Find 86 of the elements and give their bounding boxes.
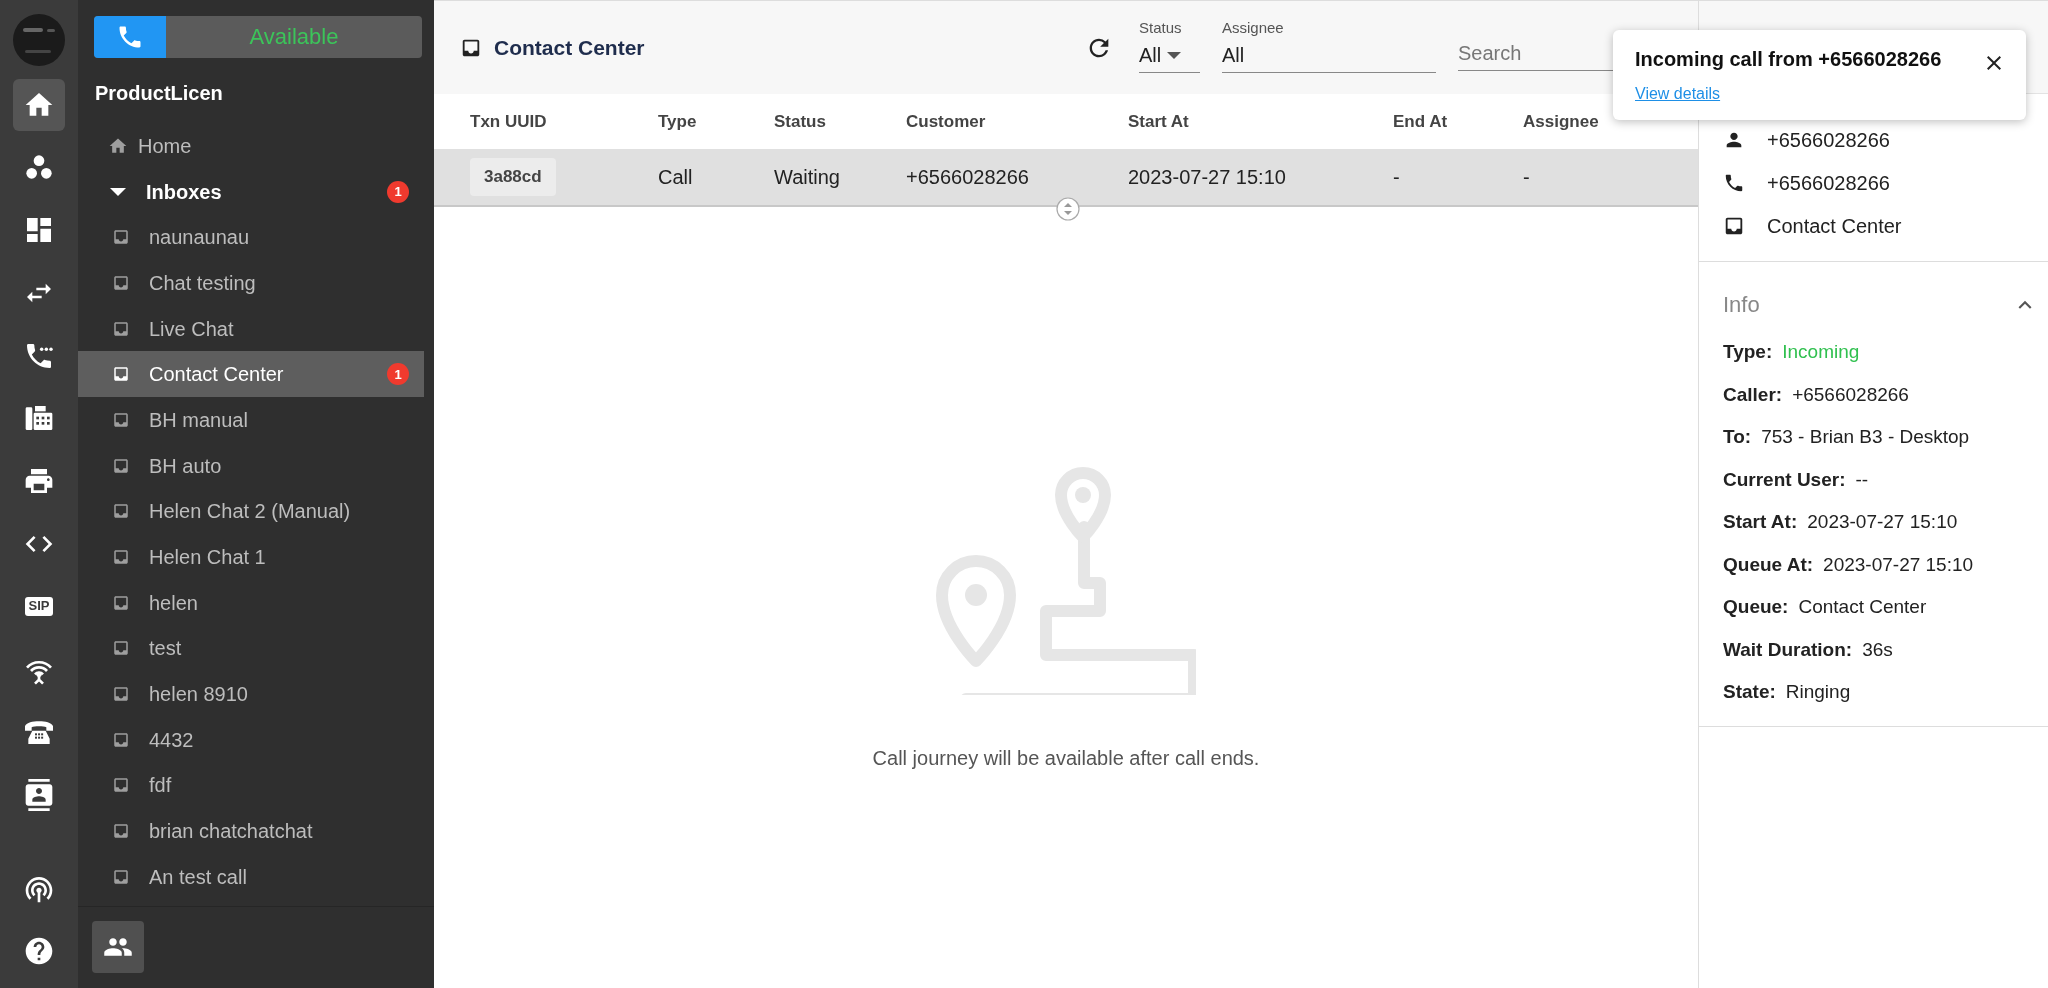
sip-icon: SIP [24,597,54,616]
contact-detail: +6566028266 [1767,170,1890,196]
column-header: Txn UUID [469,110,548,133]
field-label: Queue At: [1723,552,1814,577]
field-value: Ringing [1785,680,1851,704]
inbox-icon [112,685,130,704]
caret-icon [1167,51,1182,59]
inbox-icon [112,776,130,795]
sidebar-item[interactable]: Inboxes 1 [78,168,424,215]
field-value: 2023-07-27 15:10 [1823,552,1974,577]
column-header: Start At [1128,110,1190,133]
table-cell-text: +6566028266 [906,165,1029,190]
sidebar-item[interactable]: fdf [78,762,424,809]
sidebar-item[interactable]: An test call [78,854,424,900]
field-value: -- [1855,467,1869,492]
nav-button[interactable] [13,79,65,131]
contact-detail: +6566028266 [1767,127,1890,153]
field-label: Queue: [1723,595,1789,619]
caret-icon [110,187,126,196]
column-header: Status [774,110,827,133]
sidebar-item[interactable]: helen 8910 [78,671,424,717]
sidebar-item[interactable]: BH manual [78,397,424,443]
column-header: Type [658,110,698,133]
table-cell-text: - [1523,165,1530,190]
inbox-icon [112,502,130,521]
field-label: To: [1723,425,1752,449]
team-button[interactable] [92,921,144,973]
contact-detail: Contact Center [1767,213,1902,239]
field-value: 753 - Brian B3 - Desktop [1761,425,1970,449]
sidebar-item[interactable]: brian chatchatchat [78,808,424,854]
sidebar-title: ProductLicen [94,81,224,106]
field-value: 2023-07-27 15:10 [1807,510,1958,534]
field-value: 36s [1862,637,1893,662]
sidebar-item[interactable]: Contact Center 1 [78,351,424,398]
sidebar-item[interactable]: Helen Chat 2 (Manual) [78,488,424,535]
inbox-icon [112,730,130,749]
sidebar-item[interactable]: Helen Chat 1 [78,534,424,580]
inbox-icon [112,365,130,384]
inbox-icon [112,639,130,658]
field-label: Caller: [1723,382,1783,407]
table-cell-text: 2023-07-27 15:10 [1128,165,1286,190]
field-value: Incoming [1782,340,1860,364]
field-label: State: [1723,680,1776,704]
contact-card-icon [23,778,55,811]
sidebar-item[interactable]: test [78,625,424,672]
column-header: Customer [906,110,987,133]
inbox-icon [112,822,130,841]
table-cell-text: Waiting [774,165,840,190]
field-value: +6566028266 [1792,382,1909,407]
sidebar-item[interactable]: Home [78,123,424,169]
count-badge: 1 [387,180,409,203]
status-select[interactable]: All [1139,38,1200,73]
inbox-icon [112,410,130,429]
field-label: Start At: [1723,510,1798,534]
inbox-icon [112,867,130,886]
inbox-icon [112,548,130,567]
sidebar-item[interactable]: Live Chat [78,305,424,352]
sidebar-item[interactable]: naunaunau [78,214,424,261]
page-title: Contact Center [494,34,645,61]
inbox-icon [112,273,130,292]
column-header: End At [1393,110,1449,133]
field-value: Contact Center [1798,595,1927,619]
inbox-icon [112,593,130,612]
sidebar-item[interactable]: BH auto [78,442,424,489]
assignee-field[interactable]: All [1222,38,1436,73]
resize-handle-icon[interactable] [1056,196,1080,221]
table-cell-text: - [1393,165,1400,190]
sidebar-item[interactable]: helen [78,579,424,626]
count-badge: 1 [387,363,409,386]
field-label: Current User: [1723,467,1846,492]
view-details-link[interactable]: View details [1635,82,1721,106]
filter-label: Status [1139,18,1183,37]
empty-message: Call journey will be available after call ends. [872,746,1260,771]
inbox-icon [112,228,130,247]
field-label: Type: [1723,340,1773,364]
inbox-icon [112,319,130,338]
sidebar-item[interactable]: Chat testing [78,260,424,306]
table-cell-text: Call [658,165,693,190]
filter-label: Assignee [1222,18,1285,37]
section-title: Info [1723,291,1760,319]
nav-button[interactable]: SIP [13,580,65,633]
field-label: Wait Duration: [1723,637,1853,662]
sidebar-item[interactable]: 4432 [78,716,424,763]
inbox-icon [112,456,130,475]
id-chip: 3a88cd [470,158,556,196]
column-header: Assignee [1523,110,1600,133]
